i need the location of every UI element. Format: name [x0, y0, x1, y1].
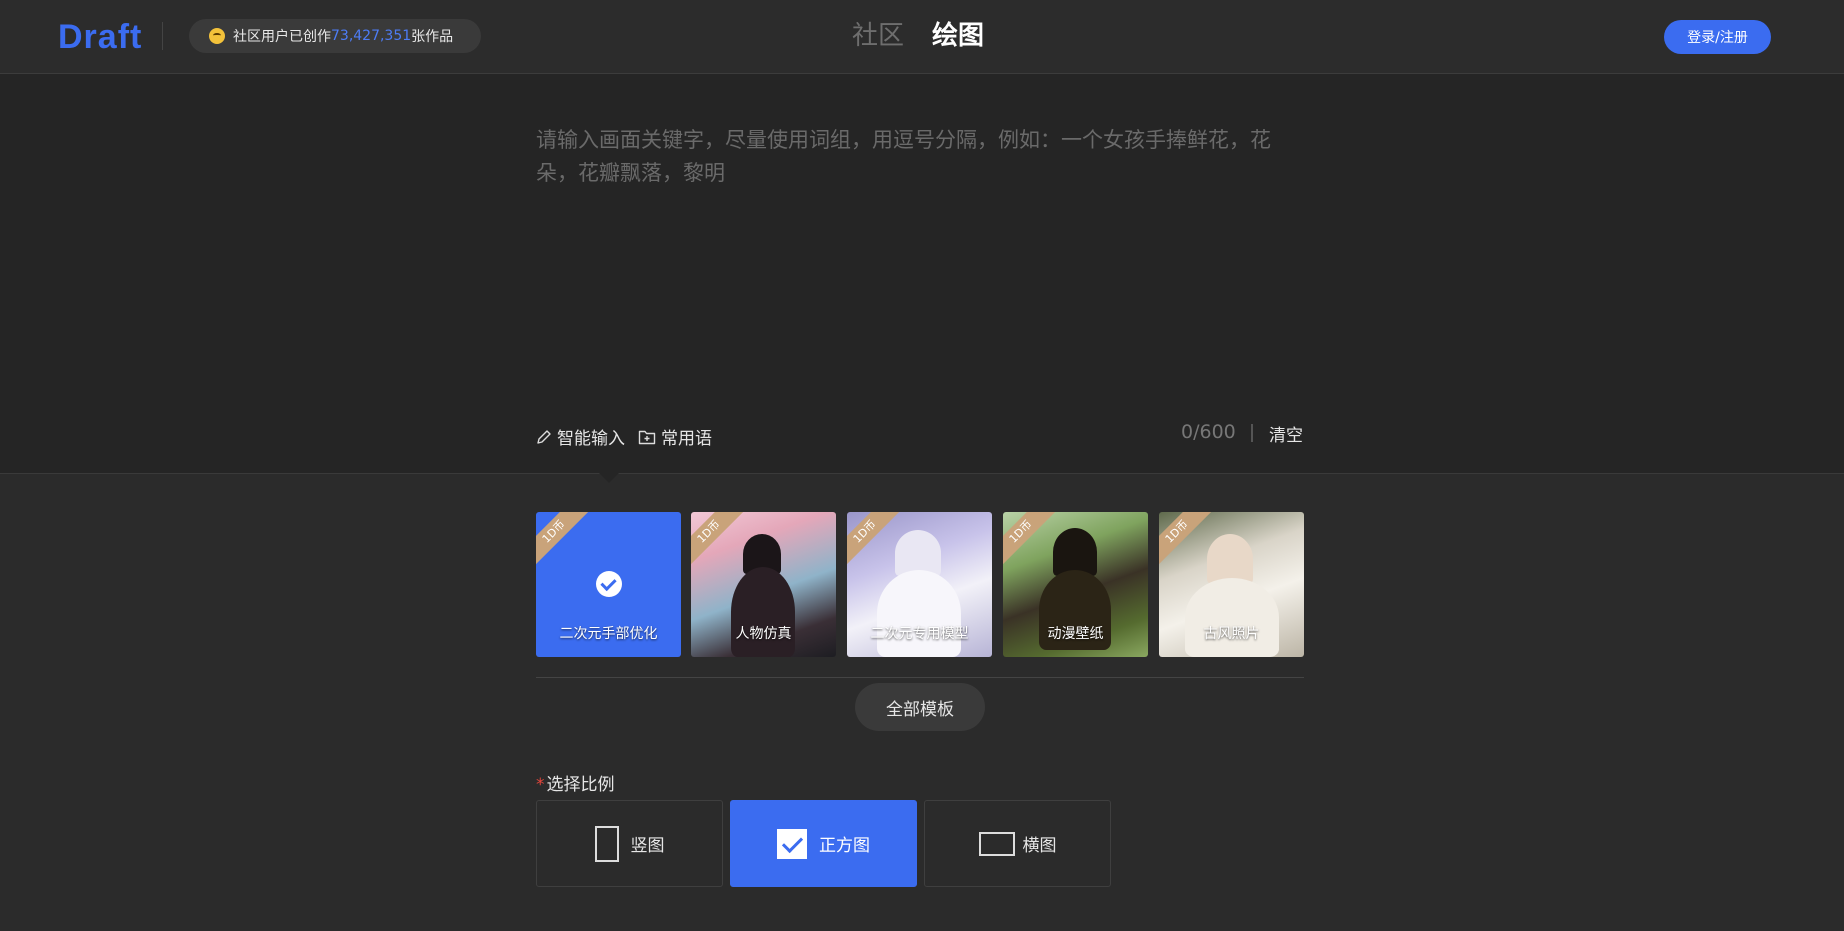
- counter-divider: [1251, 424, 1253, 442]
- community-stat-badge: 社区用户已创作 73,427,351 张作品: [189, 19, 481, 53]
- tab-community[interactable]: 社区: [852, 18, 904, 54]
- section-divider: [536, 677, 1304, 678]
- price-ribbon: 1D币: [847, 512, 901, 568]
- selected-check-icon: [596, 571, 622, 597]
- folder-plus-icon: [638, 430, 656, 444]
- price-ribbon: 1D币: [1159, 512, 1213, 568]
- logo[interactable]: Draft: [58, 18, 142, 56]
- template-label: 人物仿真: [735, 626, 792, 642]
- tab-draw[interactable]: 绘图: [932, 18, 984, 54]
- figure-body: [1185, 578, 1279, 657]
- figure-body: [731, 567, 795, 657]
- all-templates-button[interactable]: 全部模板: [855, 683, 985, 731]
- stat-prefix: 社区用户已创作: [233, 29, 331, 45]
- ratio-option-label: 竖图: [630, 836, 665, 856]
- portrait-frame-icon: [594, 825, 619, 862]
- template-label: 古风照片: [1203, 626, 1260, 642]
- figure-head: [1207, 534, 1253, 584]
- template-label: 二次元专用模型: [870, 626, 969, 642]
- ratio-option-portrait[interactable]: 竖图: [536, 800, 723, 887]
- ratio-option-label: 正方图: [819, 836, 870, 856]
- template-card-anime-model[interactable]: 1D币 二次元专用模型: [847, 512, 992, 657]
- figure-head: [1053, 528, 1097, 576]
- template-label: 动漫壁纸: [1047, 626, 1104, 642]
- checkbox-checked-icon: [777, 828, 807, 859]
- ratio-option-square[interactable]: 正方图: [730, 800, 917, 887]
- template-card-hand-optimize[interactable]: 1D币 二次元手部优化: [536, 512, 681, 657]
- template-card-anime-wallpaper[interactable]: 1D币 动漫壁纸: [1003, 512, 1148, 657]
- landscape-frame-icon: [978, 831, 1015, 856]
- pen-icon: [537, 429, 551, 444]
- price-ribbon: 1D币: [536, 512, 590, 568]
- required-asterisk: *: [536, 775, 545, 795]
- smart-input-button[interactable]: 智能输入: [536, 424, 625, 449]
- stat-suffix: 张作品: [411, 29, 454, 45]
- price-ribbon: 1D币: [1003, 512, 1057, 568]
- figure-body: [877, 570, 961, 657]
- template-card-realistic-person[interactable]: 1D币 人物仿真: [691, 512, 836, 657]
- smile-emoji-icon: [209, 28, 225, 44]
- ratio-option-label: 横图: [1022, 836, 1057, 856]
- prompt-input[interactable]: [536, 124, 1304, 354]
- stat-count: 73,427,351: [331, 28, 412, 44]
- ratio-title-label: 选择比例: [546, 775, 615, 795]
- ratio-option-landscape[interactable]: 横图: [924, 800, 1111, 887]
- template-label: 二次元手部优化: [559, 626, 658, 642]
- char-counter: 0/600: [1181, 421, 1236, 443]
- header-divider: [162, 22, 163, 50]
- common-phrases-button[interactable]: 常用语: [638, 424, 712, 449]
- price-ribbon: 1D币: [691, 512, 745, 568]
- clear-button[interactable]: 清空: [1269, 421, 1303, 446]
- top-header: Draft 社区用户已创作 73,427,351 张作品 社区 绘图 登录/注册: [0, 0, 1844, 74]
- login-register-button[interactable]: 登录/注册: [1664, 20, 1771, 54]
- active-caret-indicator: [599, 473, 619, 483]
- smart-input-label: 智能输入: [557, 429, 625, 449]
- common-phrases-label: 常用语: [661, 429, 712, 449]
- prompt-area: 智能输入 常用语 0/600 清空: [0, 74, 1844, 474]
- ratio-section-title: * 选择比例: [536, 770, 615, 795]
- template-card-ancient-photo[interactable]: 1D币 古风照片: [1159, 512, 1304, 657]
